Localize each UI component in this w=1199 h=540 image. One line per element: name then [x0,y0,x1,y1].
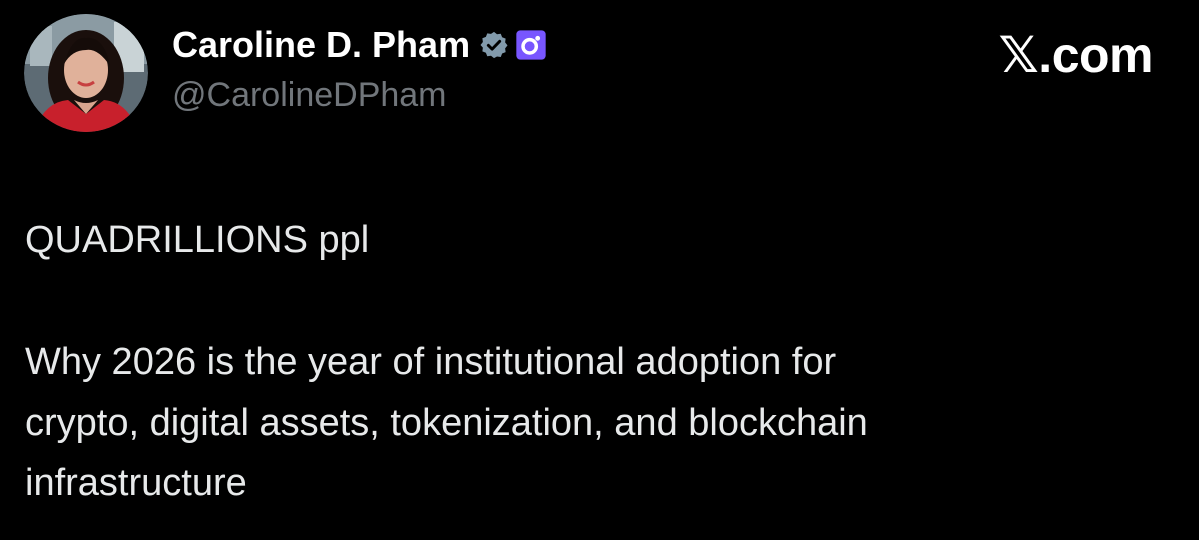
tweet-text: QUADRILLIONS ppl Why 2026 is the year of… [25,210,1165,514]
tweet-line: Why 2026 is the year of institutional ad… [25,340,837,383]
paragraph-break [25,271,1165,332]
author-display-name[interactable]: Caroline D. Pham [172,24,470,66]
author-avatar[interactable] [24,14,148,132]
tweet-line: infrastructure [25,462,247,505]
affiliation-badge-icon[interactable] [515,29,547,61]
author-name-row: Caroline D. Pham [172,22,547,68]
verified-badge-icon [479,30,509,60]
site-watermark: 𝕏.com [998,27,1154,83]
author-handle[interactable]: @CarolineDPham [172,76,447,115]
avatar-photo-icon [24,14,148,132]
tweet-line: QUADRILLIONS ppl [25,219,370,261]
tweet-line: crypto, digital assets, tokenization, an… [25,401,868,444]
